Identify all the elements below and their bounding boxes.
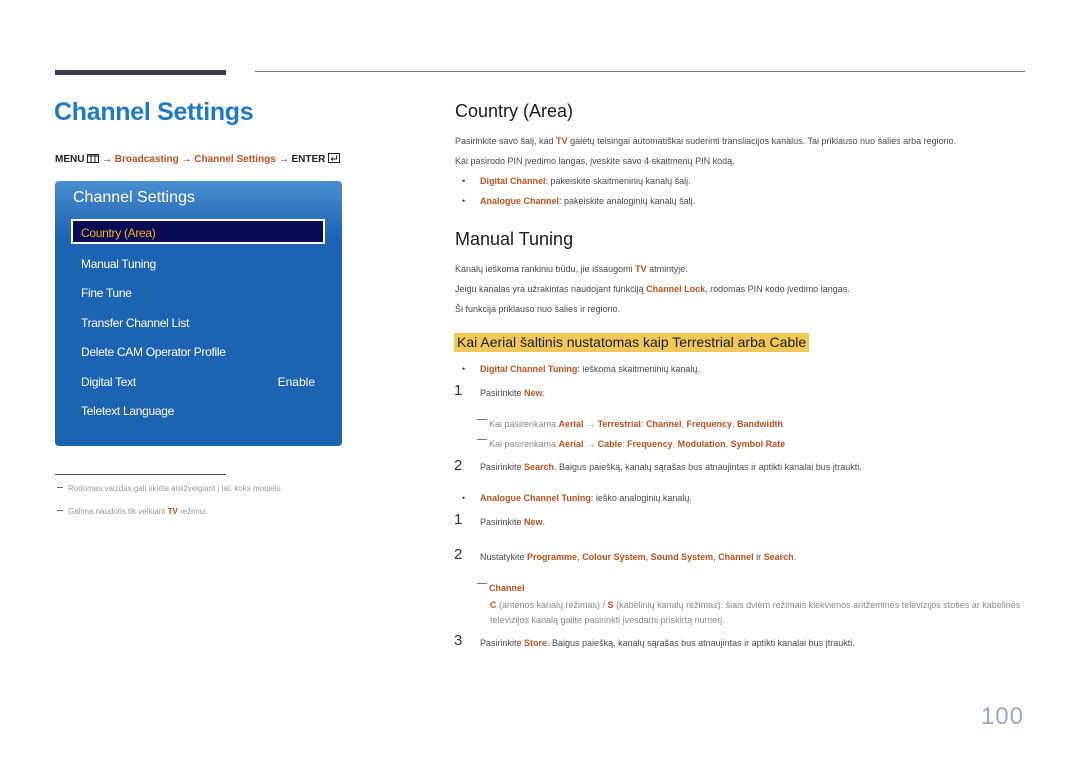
arrow: →: [278, 154, 289, 165]
subheading-aerial-source: Kai Aerial šaltinis nustatomas kaip Terr…: [454, 333, 810, 352]
dash-icon: [57, 510, 63, 511]
note-title: Channel: [477, 583, 525, 593]
note-mark-icon: [477, 419, 487, 420]
enter-label: ENTER: [291, 154, 326, 165]
panel-title: Channel Settings: [73, 189, 195, 206]
menu-path: MENU → Broadcasting → Channel Settings →…: [55, 153, 341, 166]
bullet-item: • Analogue Channel: pakeiskite analoginių…: [462, 196, 696, 206]
arrow: →: [181, 154, 192, 165]
breadcrumb-channel-settings: Channel Settings: [194, 154, 276, 165]
step-number: 2: [454, 457, 463, 474]
step-text: Pasirinkite Store. Baigus paiešką, kanal…: [480, 638, 855, 648]
menu-item-digital-text[interactable]: Digital Text: [81, 375, 136, 389]
footnote-rule: [55, 474, 226, 475]
step-text: Pasirinkite New.: [480, 388, 546, 398]
footnote: Rodomas vaizdas gali skirtis atsižvelgia…: [57, 484, 283, 493]
paragraph: Pasirinkite savo šalį, kad TV galėtų tei…: [455, 136, 957, 146]
header-rule-thin: [255, 71, 1025, 72]
note-mark-icon: [477, 439, 487, 440]
bullet-item: • Digital Channel: pakeiskite skaitmenini…: [462, 176, 691, 186]
channel-settings-menu-panel: Channel Settings Country (Area) Manual T…: [55, 181, 342, 446]
header-rule-thick: [55, 70, 226, 75]
menu-item-teletext-language[interactable]: Teletext Language: [81, 404, 174, 418]
digital-text-value: Enable: [277, 375, 315, 389]
step-text: Nustatykite Programme, Colour System, So…: [480, 552, 797, 562]
menu-item-delete-cam-operator-profile[interactable]: Delete CAM Operator Profile: [81, 345, 226, 359]
bullet-item: • Digital Channel Tuning: ieškoma skaitme…: [462, 364, 700, 374]
footnote: Galima naudotis tik veikiant TV režimui.: [57, 507, 208, 516]
arrow: →: [102, 154, 113, 165]
paragraph: Kai pasirodo PIN įvedimo langas, įveskit…: [455, 156, 735, 166]
section-heading-manual-tuning: Manual Tuning: [455, 229, 574, 249]
menu-label: MENU: [55, 154, 85, 165]
paragraph: Jeigu kanalas yra užrakintas naudojant f…: [455, 284, 850, 294]
menu-item-fine-tune[interactable]: Fine Tune: [81, 286, 132, 300]
menu-icon: [87, 154, 100, 166]
section-heading-country-area: Country (Area): [455, 101, 574, 121]
page-number: 100: [980, 703, 1024, 730]
step-text: Pasirinkite New.: [480, 517, 546, 527]
step-number: 1: [454, 511, 463, 528]
page-title: Channel Settings: [54, 98, 254, 126]
menu-item-transfer-channel-list[interactable]: Transfer Channel List: [81, 316, 189, 330]
note: Kai pasirenkama Aerial → Cable: Frequenc…: [477, 439, 785, 449]
menu-item-country-area[interactable]: Country (Area): [71, 219, 325, 244]
note-body: C (antenos kanalų režimas) / S (kabelini…: [490, 600, 1021, 625]
paragraph: Kanalų ieškoma rankiniu būdu, jie išsaug…: [455, 264, 688, 274]
step-number: 3: [454, 632, 463, 649]
paragraph: Ši funkcija priklauso nuo šalies ir regi…: [455, 304, 621, 314]
step-number: 2: [454, 546, 463, 563]
breadcrumb-broadcasting: Broadcasting: [114, 154, 179, 165]
step-text: Pasirinkite Search. Baigus paiešką, kana…: [480, 462, 862, 472]
note-mark-icon: [477, 583, 487, 584]
step-number: 1: [454, 382, 463, 399]
menu-item-manual-tuning[interactable]: Manual Tuning: [81, 257, 156, 271]
enter-icon: [328, 153, 341, 166]
dash-icon: [57, 487, 63, 488]
note: Kai pasirenkama Aerial → Terrestrial: Ch…: [477, 419, 783, 429]
bullet-item: • Analogue Channel Tuning: ieško analogin…: [462, 493, 692, 503]
